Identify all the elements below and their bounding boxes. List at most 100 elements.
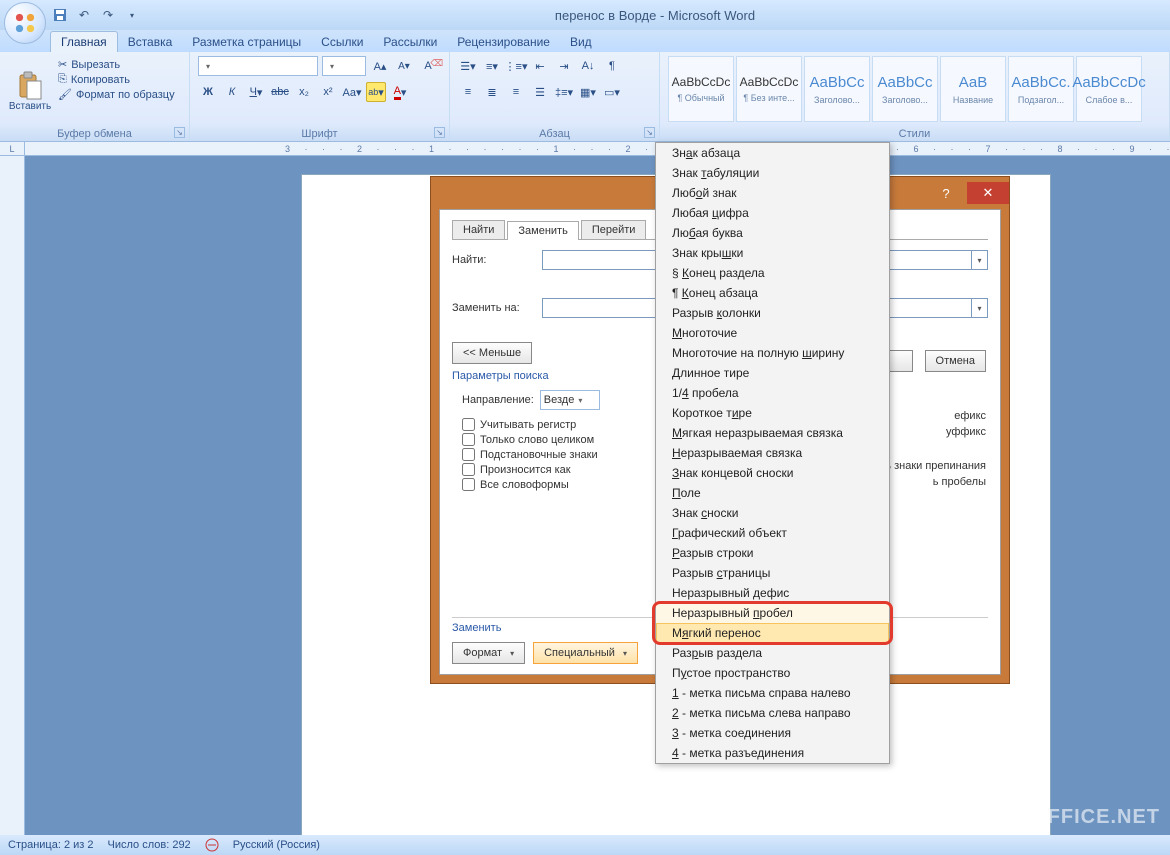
menu-item[interactable]: Мягкая неразрываемая связка bbox=[656, 423, 889, 443]
clipboard-launcher-icon[interactable]: ↘ bbox=[174, 127, 185, 138]
style-thumb[interactable]: AaBbCcЗаголово... bbox=[872, 56, 938, 122]
menu-item[interactable]: Неразрываемая связка bbox=[656, 443, 889, 463]
bullets-icon[interactable]: ☰▾ bbox=[458, 56, 478, 76]
indent-dec-icon[interactable]: ⇤ bbox=[530, 56, 550, 76]
superscript-icon[interactable]: x² bbox=[318, 82, 338, 102]
menu-item[interactable]: Пустое пространство bbox=[656, 663, 889, 683]
format-painter-button[interactable]: 🖌Формат по образцу bbox=[58, 88, 175, 101]
menu-item[interactable]: Любая цифра bbox=[656, 203, 889, 223]
format-button[interactable]: Формат bbox=[452, 642, 525, 664]
font-color-icon[interactable]: A▾ bbox=[390, 82, 410, 102]
menu-item[interactable]: Графический объект bbox=[656, 523, 889, 543]
tab-view[interactable]: Вид bbox=[560, 32, 602, 52]
align-left-icon[interactable]: ≡ bbox=[458, 82, 478, 102]
redo-icon[interactable]: ↷ bbox=[100, 7, 116, 23]
menu-item[interactable]: Разрыв раздела bbox=[656, 643, 889, 663]
font-size-select[interactable]: ▾ bbox=[322, 56, 366, 76]
tab-mailings[interactable]: Рассылки bbox=[373, 32, 447, 52]
menu-item[interactable]: § Конец раздела bbox=[656, 263, 889, 283]
menu-item[interactable]: Короткое тире bbox=[656, 403, 889, 423]
menu-item[interactable]: Неразрывный дефис bbox=[656, 583, 889, 603]
bold-icon[interactable]: Ж bbox=[198, 82, 218, 102]
menu-item[interactable]: Разрыв строки bbox=[656, 543, 889, 563]
office-button[interactable] bbox=[4, 2, 46, 44]
tab-layout[interactable]: Разметка страницы bbox=[182, 32, 311, 52]
highlight-icon[interactable]: ab▾ bbox=[366, 82, 386, 102]
menu-item[interactable]: Многоточие bbox=[656, 323, 889, 343]
font-launcher-icon[interactable]: ↘ bbox=[434, 127, 445, 138]
status-page[interactable]: Страница: 2 из 2 bbox=[8, 839, 94, 851]
align-justify-icon[interactable]: ☰ bbox=[530, 82, 550, 102]
style-thumb[interactable]: АаВНазвание bbox=[940, 56, 1006, 122]
indent-inc-icon[interactable]: ⇥ bbox=[554, 56, 574, 76]
menu-item[interactable]: Знак сноски bbox=[656, 503, 889, 523]
tab-references[interactable]: Ссылки bbox=[311, 32, 373, 52]
menu-item[interactable]: Неразрывный пробел bbox=[656, 603, 889, 623]
paragraph-launcher-icon[interactable]: ↘ bbox=[644, 127, 655, 138]
less-button[interactable]: << Меньше bbox=[452, 342, 532, 364]
qat-dropdown-icon[interactable]: ▾ bbox=[124, 7, 140, 23]
menu-item[interactable]: 2 - метка письма слева направо bbox=[656, 703, 889, 723]
show-marks-icon[interactable]: ¶ bbox=[602, 56, 622, 76]
tab-home[interactable]: Главная bbox=[50, 31, 118, 52]
save-icon[interactable] bbox=[52, 7, 68, 23]
menu-item[interactable]: ¶ Конец абзаца bbox=[656, 283, 889, 303]
change-case-icon[interactable]: Aa▾ bbox=[342, 82, 362, 102]
dialog-tab-find[interactable]: Найти bbox=[452, 220, 505, 239]
special-button[interactable]: Специальный bbox=[533, 642, 638, 664]
menu-item[interactable]: Знак табуляции bbox=[656, 163, 889, 183]
italic-icon[interactable]: К bbox=[222, 82, 242, 102]
proofing-icon[interactable] bbox=[205, 838, 219, 852]
tab-insert[interactable]: Вставка bbox=[118, 32, 183, 52]
menu-item[interactable]: Любая буква bbox=[656, 223, 889, 243]
status-words[interactable]: Число слов: 292 bbox=[108, 839, 191, 851]
menu-item[interactable]: 1/4 пробела bbox=[656, 383, 889, 403]
cut-button[interactable]: ✂Вырезать bbox=[58, 58, 175, 71]
style-thumb[interactable]: AaBbCcDcСлабое в... bbox=[1076, 56, 1142, 122]
dialog-close-button[interactable]: ✕ bbox=[967, 182, 1009, 204]
borders-icon[interactable]: ▭▾ bbox=[602, 82, 622, 102]
menu-item[interactable]: Разрыв страницы bbox=[656, 563, 889, 583]
strike-icon[interactable]: abc bbox=[270, 82, 290, 102]
menu-item[interactable]: Мягкий перенос bbox=[656, 623, 889, 643]
align-center-icon[interactable]: ≣ bbox=[482, 82, 502, 102]
find-history-dropdown[interactable]: ▾ bbox=[972, 250, 988, 270]
tab-review[interactable]: Рецензирование bbox=[447, 32, 560, 52]
dialog-tab-replace[interactable]: Заменить bbox=[507, 221, 578, 240]
shrink-font-icon[interactable]: A▾ bbox=[394, 56, 414, 76]
direction-select[interactable]: Везде▾ bbox=[540, 390, 600, 410]
clear-format-icon[interactable]: A⌫ bbox=[418, 56, 438, 76]
align-right-icon[interactable]: ≡ bbox=[506, 82, 526, 102]
menu-item[interactable]: Длинное тире bbox=[656, 363, 889, 383]
underline-icon[interactable]: Ч▾ bbox=[246, 82, 266, 102]
font-family-select[interactable]: ▾ bbox=[198, 56, 318, 76]
menu-item[interactable]: 3 - метка соединения bbox=[656, 723, 889, 743]
style-thumb[interactable]: AaBbCcDc¶ Без инте... bbox=[736, 56, 802, 122]
menu-item[interactable]: Знак абзаца bbox=[656, 143, 889, 163]
copy-button[interactable]: ⎘Копировать bbox=[58, 73, 175, 86]
multilevel-icon[interactable]: ⋮≡▾ bbox=[506, 56, 526, 76]
grow-font-icon[interactable]: A▴ bbox=[370, 56, 390, 76]
replace-history-dropdown[interactable]: ▾ bbox=[972, 298, 988, 318]
line-spacing-icon[interactable]: ‡≡▾ bbox=[554, 82, 574, 102]
menu-item[interactable]: Поле bbox=[656, 483, 889, 503]
menu-item[interactable]: 1 - метка письма справа налево bbox=[656, 683, 889, 703]
numbering-icon[interactable]: ≡▾ bbox=[482, 56, 502, 76]
style-thumb[interactable]: AaBbCc.Подзагол... bbox=[1008, 56, 1074, 122]
subscript-icon[interactable]: x₂ bbox=[294, 82, 314, 102]
menu-item[interactable]: Знак крышки bbox=[656, 243, 889, 263]
menu-item[interactable]: Любой знак bbox=[656, 183, 889, 203]
style-thumb[interactable]: AaBbCcDc¶ Обычный bbox=[668, 56, 734, 122]
menu-item[interactable]: 4 - метка разъединения bbox=[656, 743, 889, 763]
sort-icon[interactable]: A↓ bbox=[578, 56, 598, 76]
dialog-help-button[interactable]: ? bbox=[925, 182, 967, 204]
shading-icon[interactable]: ▦▾ bbox=[578, 82, 598, 102]
dialog-tab-goto[interactable]: Перейти bbox=[581, 220, 647, 239]
cancel-button[interactable]: Отмена bbox=[925, 350, 986, 372]
menu-item[interactable]: Многоточие на полную ширину bbox=[656, 343, 889, 363]
style-thumb[interactable]: AaBbCcЗаголово... bbox=[804, 56, 870, 122]
menu-item[interactable]: Знак концевой сноски bbox=[656, 463, 889, 483]
menu-item[interactable]: Разрыв колонки bbox=[656, 303, 889, 323]
undo-icon[interactable]: ↶ bbox=[76, 7, 92, 23]
paste-button[interactable]: Вставить bbox=[8, 56, 52, 126]
